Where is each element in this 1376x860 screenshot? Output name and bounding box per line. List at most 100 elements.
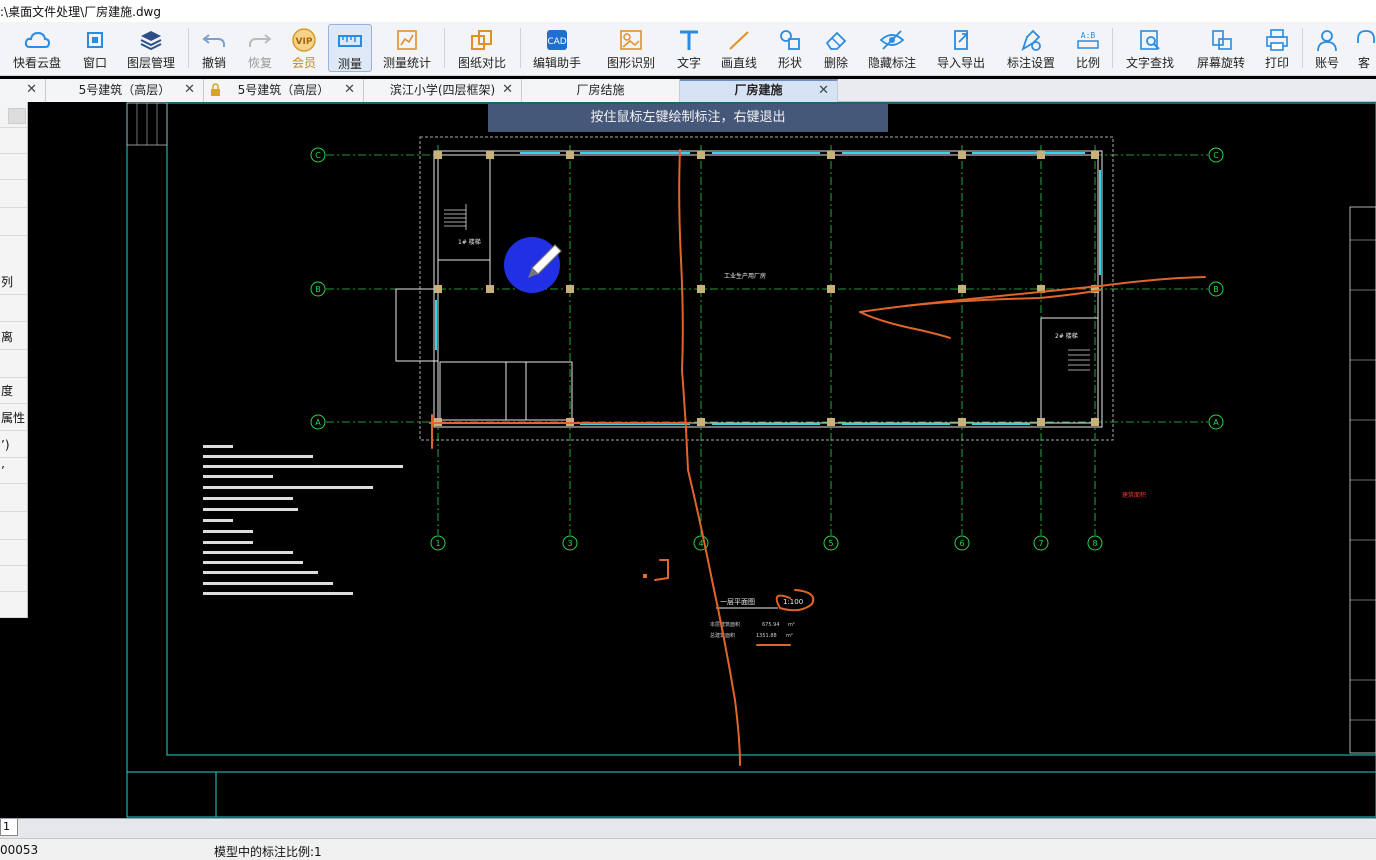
redo-icon — [249, 34, 272, 47]
coordinate-readout: 00053 — [0, 843, 39, 857]
shape-icon — [780, 30, 800, 50]
lock-icon — [211, 83, 220, 96]
annotation-settings-icon — [1021, 29, 1041, 52]
properties-panel: 列 离 度 属性 ’) ’ — [0, 102, 28, 618]
panel-row[interactable]: ’) — [0, 432, 27, 458]
panel-row[interactable] — [0, 514, 27, 540]
window-titlebar: :\桌面文件处理\厂房建施.dwg — [0, 0, 1376, 22]
vip-button[interactable]: VIP 会员 — [284, 24, 324, 72]
measure-stats-button[interactable]: 测量统计 — [378, 24, 436, 72]
layout-tab[interactable]: 1 — [0, 819, 18, 836]
panel-row[interactable] — [0, 566, 27, 592]
svg-text:2# 楼梯: 2# 楼梯 — [1055, 332, 1078, 340]
cad-drawing[interactable]: C C B B A A 1 3 4 5 6 7 8 1# 楼梯 2# 楼梯 工业… — [0, 102, 1376, 818]
svg-text:6: 6 — [959, 539, 964, 548]
sheet-frame — [126, 102, 1376, 818]
panel-row[interactable] — [0, 296, 27, 322]
main-toolbar: 快看云盘 窗口 图层管理 撤销 恢复 VIP 会员 测量 测量统计 图纸对比 C… — [0, 22, 1376, 76]
toolbar-separator — [520, 28, 521, 68]
shape-button[interactable]: 形状 — [770, 24, 810, 72]
stair-2 — [1068, 349, 1090, 371]
layer-manager-button[interactable]: 图层管理 — [122, 24, 180, 72]
panel-input[interactable] — [8, 108, 26, 124]
panel-row[interactable] — [0, 352, 27, 378]
svg-text:A: A — [1213, 418, 1219, 427]
account-button[interactable]: 账号 — [1308, 24, 1346, 72]
window-button[interactable]: 窗口 — [72, 24, 118, 72]
text-search-icon — [1140, 30, 1160, 50]
scale-button[interactable]: A:B 比例 — [1070, 24, 1106, 72]
document-tab-active[interactable]: 厂房建施 ✕ — [680, 79, 838, 102]
text-button[interactable]: 文字 — [670, 24, 708, 72]
panel-row[interactable]: 属性 — [0, 405, 27, 431]
text-search-button[interactable]: 文字查找 — [1120, 24, 1180, 72]
edit-assistant-button[interactable]: CAD 编辑助手 — [528, 24, 586, 72]
hide-annotations-button[interactable]: 隐藏标注 — [864, 24, 920, 72]
svg-text:3: 3 — [567, 539, 572, 548]
shape-recognition-button[interactable]: 图形识别 — [600, 24, 662, 72]
document-tab[interactable]: 滨江小学(四层框架) ✕ — [364, 79, 522, 102]
panel-row[interactable] — [0, 182, 27, 208]
import-export-button[interactable]: 导入导出 — [932, 24, 990, 72]
document-tab[interactable]: ✕ — [0, 79, 46, 102]
panel-row[interactable] — [0, 102, 27, 128]
delete-button[interactable]: 删除 — [816, 24, 856, 72]
document-tab[interactable]: 5号建筑（高层） ✕ — [46, 79, 204, 102]
rotate-screen-icon — [1212, 30, 1232, 50]
redo-button[interactable]: 恢复 — [240, 24, 280, 72]
annotation-settings-button[interactable]: 标注设置 — [1002, 24, 1060, 72]
svg-text:1# 楼梯: 1# 楼梯 — [458, 238, 481, 246]
svg-text:工业生产用厂房: 工业生产用厂房 — [724, 272, 766, 280]
window-title: :\桌面文件处理\厂房建施.dwg — [0, 5, 161, 19]
document-tab[interactable]: 5号建筑（高层） ✕ — [204, 79, 364, 102]
close-icon[interactable]: ✕ — [344, 79, 355, 101]
building-walls — [395, 136, 1114, 441]
undo-button[interactable]: 撤销 — [194, 24, 234, 72]
panel-row[interactable] — [0, 128, 27, 154]
svg-text:CAD: CAD — [547, 37, 566, 47]
svg-text:C: C — [1213, 151, 1219, 160]
panel-row[interactable] — [0, 592, 27, 618]
panel-row[interactable]: 离 — [0, 324, 27, 350]
close-icon[interactable]: ✕ — [818, 81, 829, 100]
close-icon[interactable]: ✕ — [184, 79, 195, 101]
panel-row[interactable]: ’ — [0, 458, 27, 484]
toolbar-separator — [444, 28, 445, 68]
svg-text:m²: m² — [786, 633, 793, 639]
drawing-canvas[interactable]: C C B B A A 1 3 4 5 6 7 8 1# 楼梯 2# 楼梯 工业… — [0, 102, 1376, 818]
draw-line-button[interactable]: 画直线 — [716, 24, 762, 72]
close-icon[interactable]: ✕ — [502, 79, 513, 101]
svg-text:VIP: VIP — [296, 37, 313, 47]
undo-icon — [202, 34, 225, 47]
inner-frame — [166, 102, 1376, 756]
import-export-icon — [954, 30, 968, 50]
annotation-scale-status: 模型中的标注比例:1 — [214, 845, 322, 859]
toolbar-separator — [188, 28, 189, 68]
text-icon — [680, 30, 698, 50]
compare-drawings-button[interactable]: 图纸对比 — [452, 24, 512, 72]
svg-text:8: 8 — [1092, 539, 1097, 548]
panel-row[interactable] — [0, 154, 27, 180]
document-tabbar: ✕ 5号建筑（高层） ✕ 5号建筑（高层） ✕ 滨江小学(四层框架) ✕ 厂房结施 厂… — [0, 79, 1376, 102]
column-bubbles — [430, 535, 1103, 551]
panel-row[interactable] — [0, 540, 27, 566]
measure-button[interactable]: 测量 — [328, 24, 372, 72]
account-icon — [1317, 30, 1337, 52]
eye-hide-icon — [879, 30, 905, 50]
panel-row[interactable] — [0, 210, 27, 236]
print-button[interactable]: 打印 — [1258, 24, 1296, 72]
panel-row[interactable]: 度 — [0, 378, 27, 404]
svg-text:7: 7 — [1038, 539, 1043, 548]
cloud-drive-button[interactable]: 快看云盘 — [6, 24, 68, 72]
drawing-hint-banner: 按住鼠标左键绘制标注，右键退出 — [488, 104, 888, 132]
customer-service-button[interactable]: 客 — [1352, 24, 1376, 72]
cursor-highlight — [504, 237, 560, 293]
panel-row[interactable]: 列 — [0, 269, 27, 295]
rotate-screen-button[interactable]: 屏幕旋转 — [1190, 24, 1252, 72]
svg-text:1: 1 — [435, 539, 440, 548]
line-icon — [729, 31, 749, 50]
svg-text:1351.88: 1351.88 — [756, 633, 777, 639]
close-icon[interactable]: ✕ — [26, 79, 37, 101]
panel-row[interactable] — [0, 486, 27, 512]
document-tab[interactable]: 厂房结施 — [522, 79, 680, 102]
